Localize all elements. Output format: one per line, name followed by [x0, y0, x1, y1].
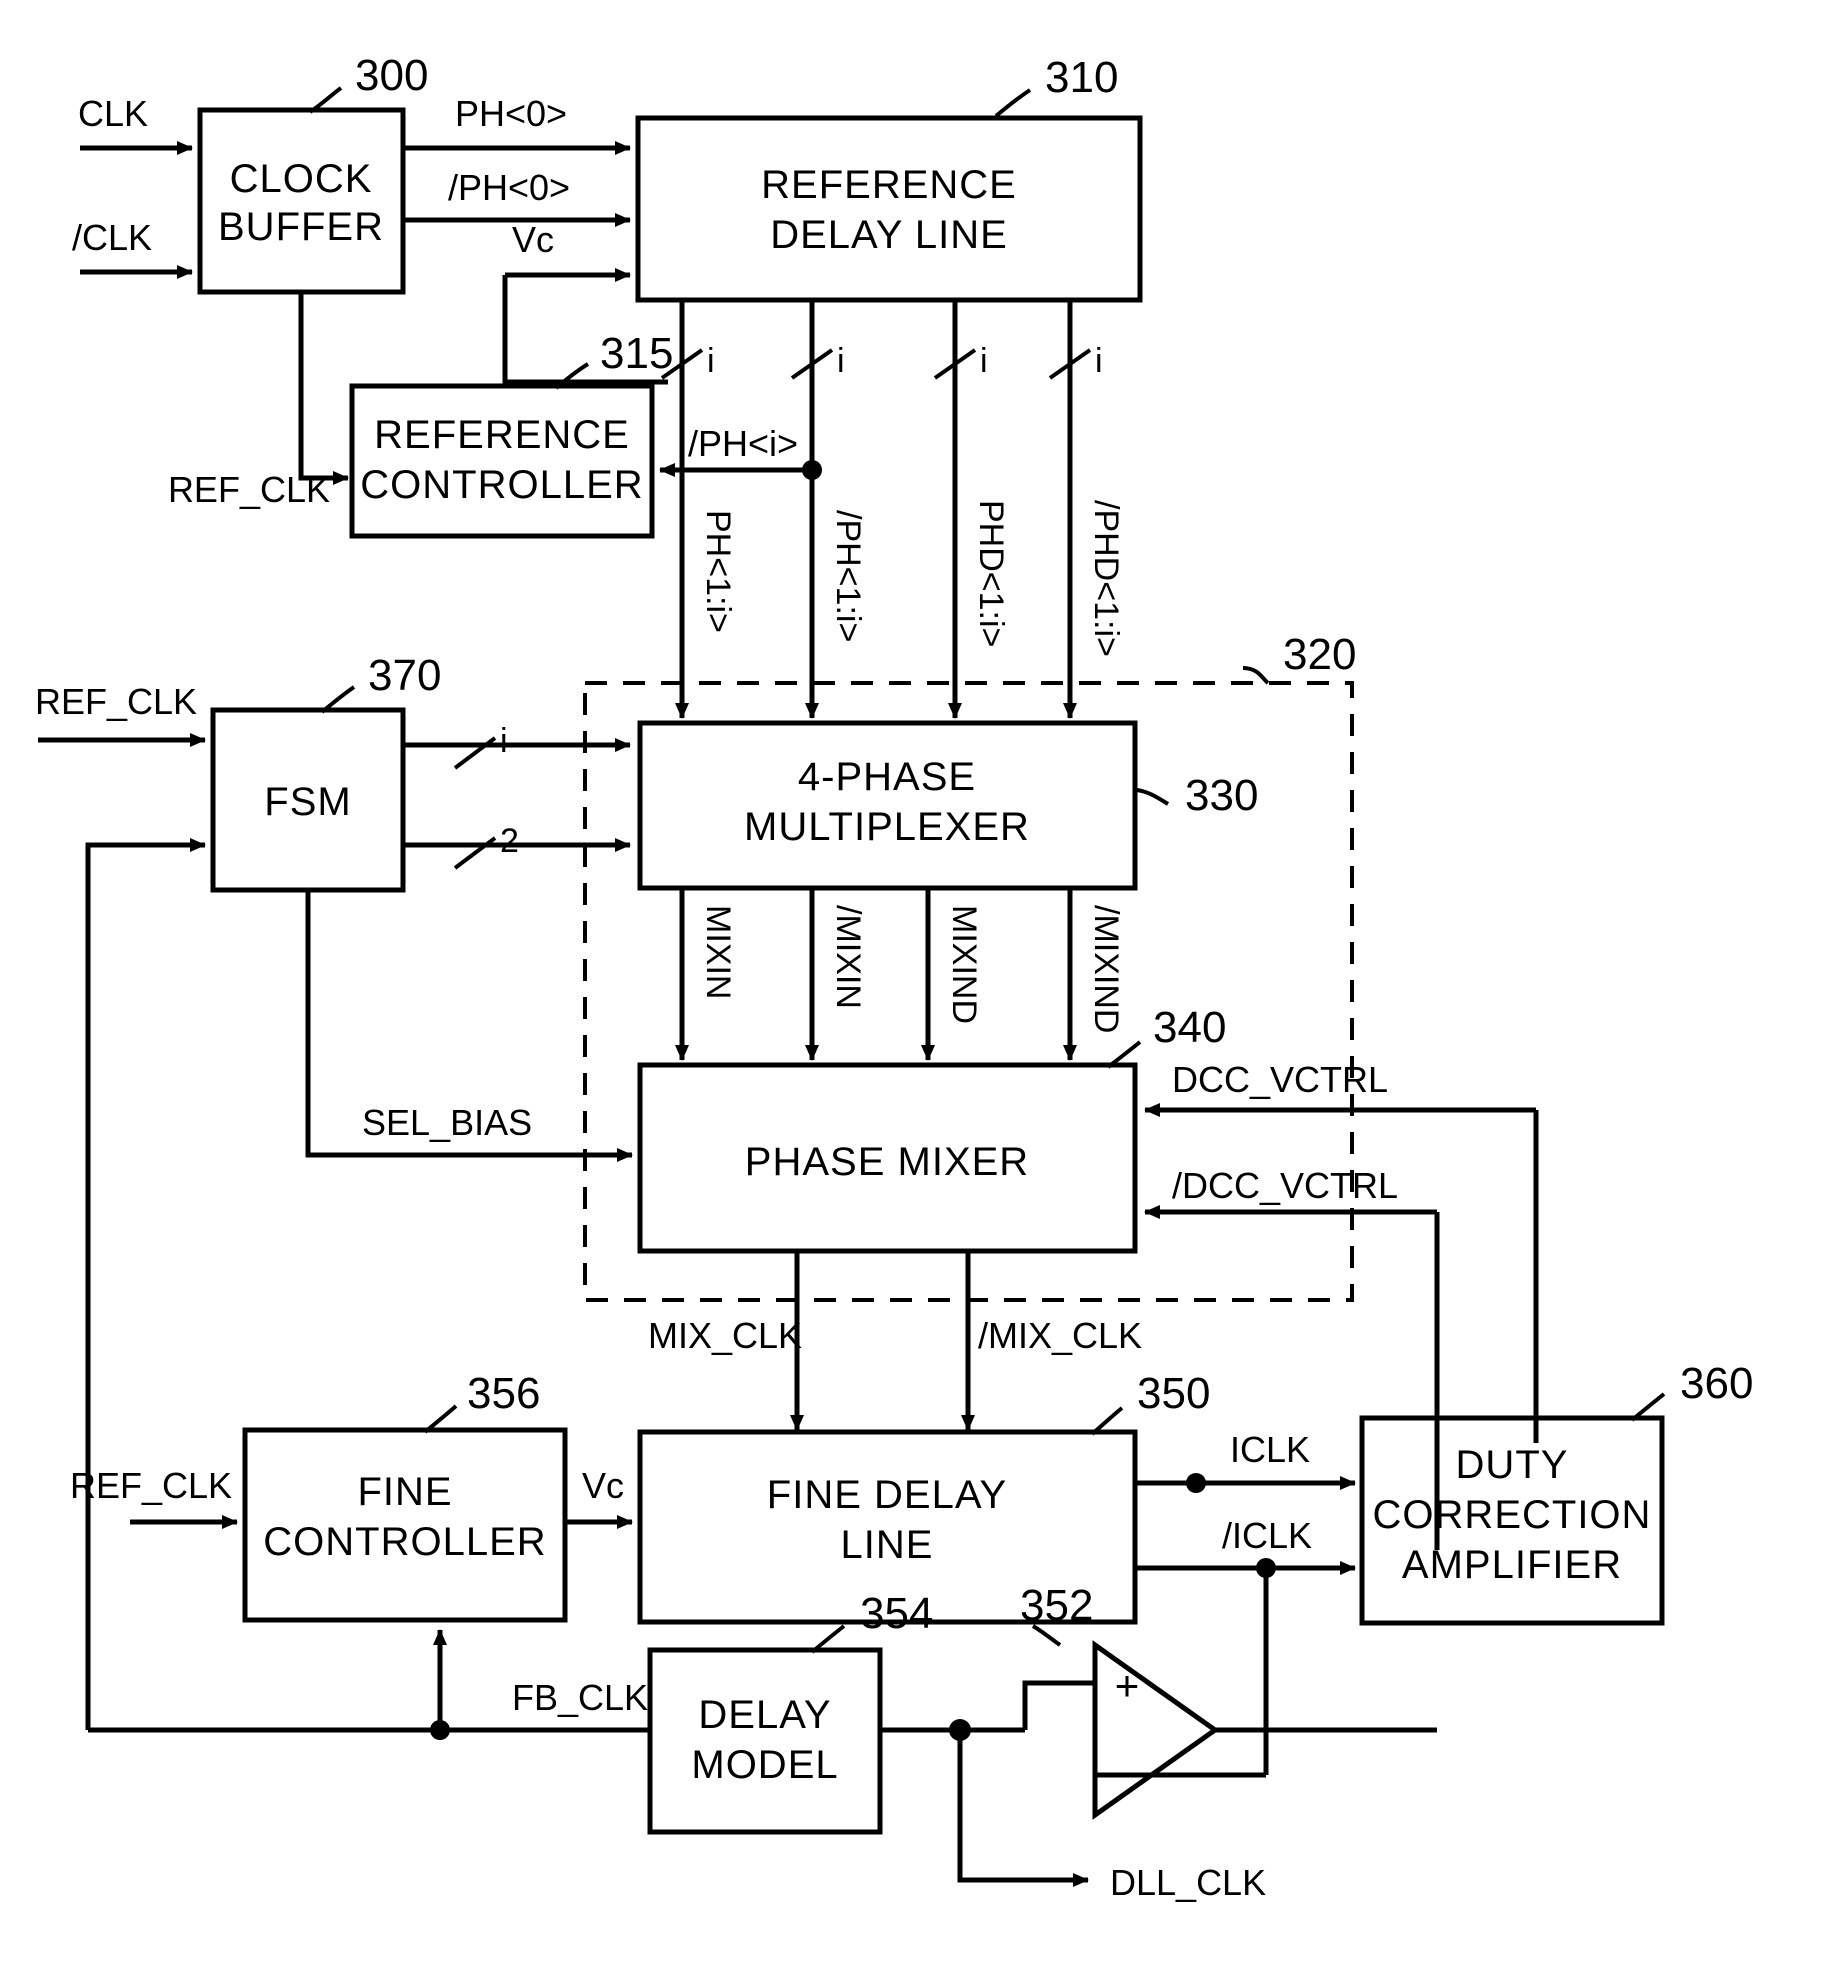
signal-mixind-n: /MIXIND [1087, 905, 1125, 1033]
ref-number-360: 360 [1680, 1359, 1753, 1408]
fine-delay-line-label-2: LINE [841, 1523, 934, 1567]
bus-label-phd: PHD<1:i> [972, 500, 1010, 647]
ref-number-354: 354 [860, 1589, 933, 1638]
bus-label-phd-n: /PHD<1:i> [1087, 500, 1125, 657]
ref-number-356: 356 [467, 1369, 540, 1418]
duty-amp-label-1: DUTY [1456, 1443, 1569, 1487]
signal-mix-clk-n: /MIX_CLK [978, 1315, 1142, 1356]
signal-ref-clk-fsm: REF_CLK [35, 681, 197, 722]
junction-dot-iclk [1186, 1473, 1206, 1493]
clock-buffer-label-2: BUFFER [218, 205, 384, 249]
phase-mixer-label: PHASE MIXER [745, 1140, 1029, 1184]
mux-label-2: MULTIPLEXER [744, 805, 1030, 849]
ref-number-300: 300 [355, 51, 428, 100]
fine-delay-line-label-1: FINE DELAY [767, 1473, 1007, 1517]
block-reference-controller [349, 383, 655, 539]
reference-delay-line-label-2: DELAY LINE [770, 213, 1008, 257]
delay-model-label-2: MODEL [691, 1743, 838, 1787]
block-clock-buffer [197, 107, 406, 295]
junction-dot-ph-i [802, 460, 822, 480]
bus-width-i-1: i [707, 342, 715, 380]
fsm-label: FSM [264, 780, 351, 824]
signal-iclk-n: /ICLK [1222, 1515, 1312, 1556]
comparator-plus-label: + [1115, 1662, 1140, 1709]
ref-number-330: 330 [1185, 771, 1258, 820]
mux-label-1: 4-PHASE [798, 755, 976, 799]
bus-width-i-3: i [980, 342, 988, 380]
duty-amp-label-2: CORRECTION [1373, 1493, 1652, 1537]
block-delay-model [647, 1647, 883, 1835]
signal-mix-clk: MIX_CLK [648, 1315, 802, 1356]
duty-amp-label-3: AMPLIFIER [1402, 1543, 1622, 1587]
signal-ph0: PH<0> [455, 93, 567, 134]
delay-model-label-1: DELAY [698, 1693, 831, 1737]
signal-vc-top: Vc [512, 219, 554, 260]
signal-mixin-n: /MIXIN [829, 905, 867, 1009]
signal-sel-bias: SEL_BIAS [362, 1102, 532, 1143]
fine-controller-label-1: FINE [357, 1470, 452, 1514]
signal-ph0-n: /PH<0> [448, 167, 570, 208]
ref-number-320: 320 [1283, 630, 1356, 679]
signal-vc-fine: Vc [582, 1465, 624, 1506]
signal-ref-clk-fine: REF_CLK [70, 1465, 232, 1506]
bus-width-i-4: i [1095, 342, 1103, 380]
ref-number-340: 340 [1153, 1003, 1226, 1052]
fine-controller-label-2: CONTROLLER [263, 1520, 546, 1564]
signal-mixind: MIXIND [945, 905, 983, 1024]
clock-buffer-label-1: CLOCK [230, 157, 373, 201]
signal-dcc-vctrl: DCC_VCTRL [1172, 1059, 1388, 1100]
patent-figure-canvas: 320 CLOCK BUFFER 300 CLK /CLK PH<0> /PH<… [0, 0, 1827, 1961]
bus-width-fsm-i: i [500, 722, 508, 760]
signal-mixin: MIXIN [699, 905, 737, 999]
signal-clk-n: /CLK [72, 217, 152, 258]
signal-iclk: ICLK [1230, 1429, 1310, 1470]
bus-width-i-2: i [837, 342, 845, 380]
ref-number-315: 315 [600, 329, 673, 378]
block-comparator [1092, 1640, 1220, 1820]
block-reference-delay-line [635, 115, 1143, 303]
reference-controller-label-2: CONTROLLER [360, 463, 643, 507]
signal-ref-clk-buffer: REF_CLK [168, 469, 330, 510]
signal-dll-clk: DLL_CLK [1110, 1862, 1266, 1903]
bus-label-ph-n: /PH<1:i> [829, 510, 867, 642]
reference-delay-line-label-1: REFERENCE [761, 163, 1017, 207]
signal-dcc-vctrl-n: /DCC_VCTRL [1172, 1165, 1398, 1206]
signal-ph-i-n: /PH<i> [688, 423, 798, 464]
bus-width-fsm-2: 2 [500, 822, 519, 860]
ref-number-310: 310 [1045, 53, 1118, 102]
ref-number-370: 370 [368, 651, 441, 700]
signal-fb-clk: FB_CLK [512, 1677, 648, 1718]
ref-number-352: 352 [1020, 1581, 1093, 1630]
signal-clk: CLK [78, 93, 148, 134]
reference-controller-label-1: REFERENCE [374, 413, 630, 457]
bus-label-ph: PH<1:i> [699, 510, 737, 633]
ref-number-350: 350 [1137, 1369, 1210, 1418]
